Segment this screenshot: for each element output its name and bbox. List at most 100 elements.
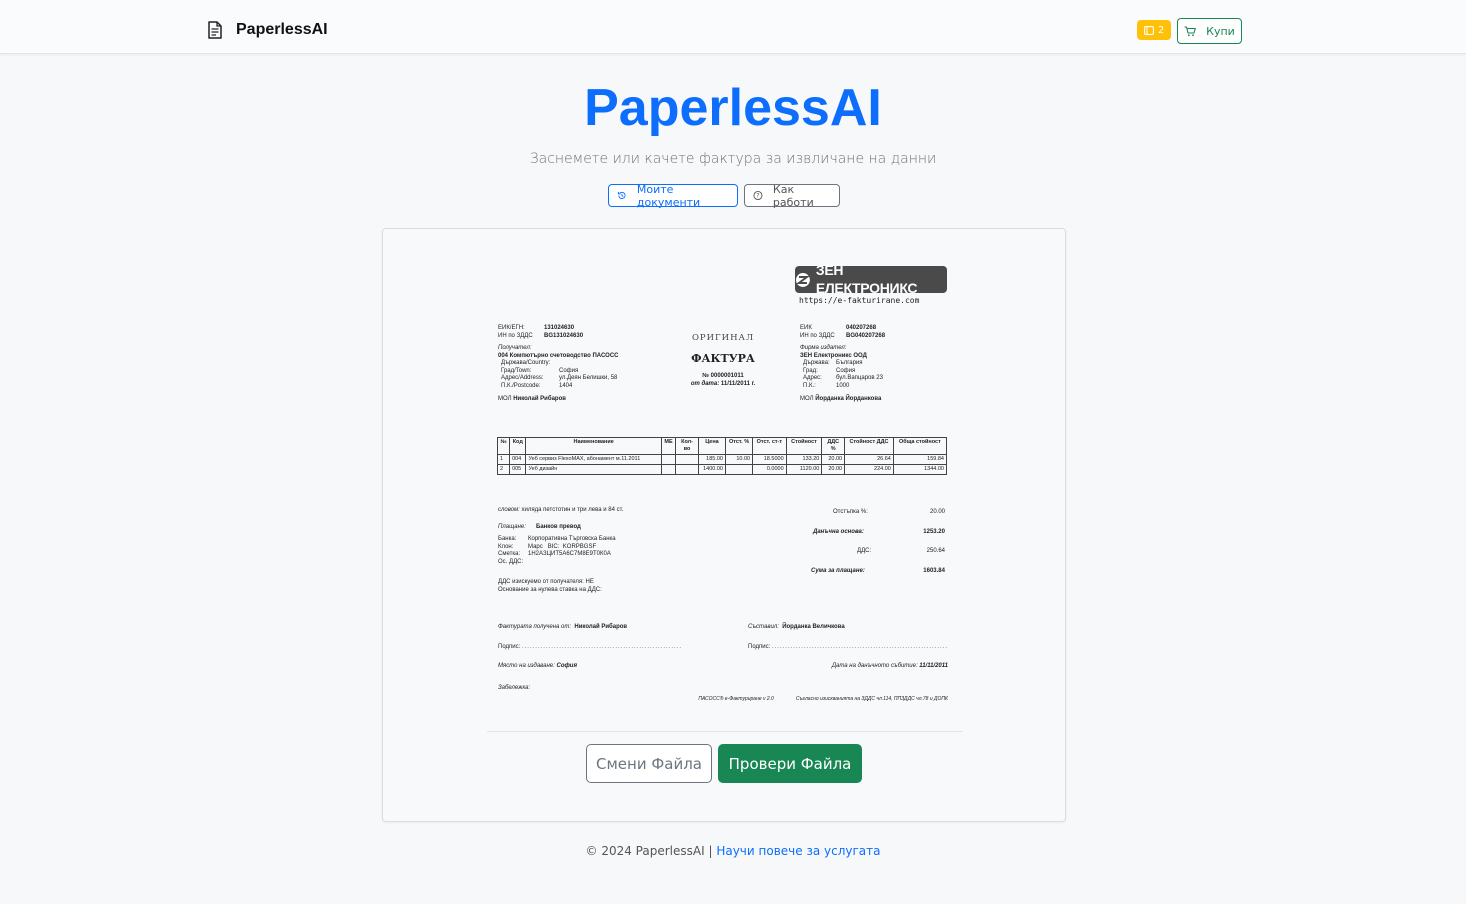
- branch-name: Марс: [528, 543, 543, 550]
- seller-postcode-label: П.К.:: [803, 382, 816, 389]
- table-cell: 18.5000: [752, 453, 787, 465]
- col-header: Код: [509, 437, 527, 455]
- payment-label: Плащане:: [498, 523, 526, 530]
- seller-vat: BG040207268: [846, 332, 886, 339]
- table-cell: 0.0000: [752, 463, 787, 475]
- table-row: 2 005 Уеб дизайн 1400.00 0.0000 1120.00 …: [496, 463, 948, 475]
- col-header: МЕ: [660, 437, 677, 455]
- seller-vat-label: ИН по ЗДДС: [800, 332, 835, 339]
- seller-eik-label: ЕИК: [800, 325, 812, 331]
- bank-name: Корпоративна Търговска Банка: [528, 536, 616, 542]
- logo-text: ЗЕН ЕЛЕКТРОНИКС: [815, 262, 918, 296]
- issued-label: Съставил:: [748, 624, 779, 630]
- buyer-address: ул.Деян Белишки, 58: [559, 375, 618, 381]
- buyer-country-label: Държава/Country:: [501, 360, 551, 366]
- seller-city-label: Град:: [803, 367, 818, 374]
- seller-eik: 040207268: [846, 325, 877, 331]
- buyer-eik-label: ЕИК/ЕГН:: [498, 325, 525, 331]
- table-cell: 185.00: [697, 453, 727, 465]
- page-subtitle: Заснемете или качете фактура за извличан…: [529, 151, 937, 167]
- invoice-date: 11/11/2011 г.: [720, 380, 756, 387]
- zero-rate-note: Основание за нулева ставка на ДДС:: [498, 586, 602, 593]
- page-title: PaperlessAI: [584, 79, 882, 137]
- seller-country: България: [836, 360, 863, 366]
- bic-code: KORPBGSF: [562, 543, 597, 550]
- seller-address-label: Адрес:: [803, 375, 822, 381]
- words-label: словом:: [498, 507, 520, 513]
- learn-more-link[interactable]: Научи повече за услугата: [716, 844, 880, 858]
- card-divider: [487, 731, 963, 732]
- invoice-original: ОРИГИНАЛ: [691, 333, 755, 343]
- invoice-title-block: ОРИГИНАЛ ФАКТУРА № 0000001011 от дата: 1…: [653, 333, 793, 388]
- how-it-works-label: Как работи: [772, 182, 814, 209]
- vat-free-label: Ос. ДДС:: [498, 558, 524, 565]
- table-cell: 20.00: [821, 453, 846, 465]
- discount-value: 20.00: [929, 509, 945, 515]
- seller-address: бул.Вапцаров 23: [836, 375, 883, 381]
- invoice-legal-note: Съгласно изискванията на ЗДДС чл.114, ПП…: [795, 696, 948, 702]
- credits-badge[interactable]: 2: [1137, 20, 1171, 40]
- invoice-preview: ЗЕН ЕЛЕКТРОНИКС https://e-fakturirane.co…: [493, 261, 953, 721]
- table-cell: [724, 463, 754, 475]
- col-header: Отст. %: [724, 437, 754, 455]
- amount-in-words: хиляда петстотин и три лева и 84 ст.: [521, 507, 624, 513]
- account-number: 1Н2АЗЦИТ5А6С7М8Е9Т0К0А: [528, 551, 611, 557]
- invoice-number: № 0000001011: [702, 373, 744, 380]
- tax-base-label: Данъчна основа:: [813, 528, 864, 535]
- sign-label-right: Подпис:: [748, 643, 771, 650]
- seller-mol: Йорданка Йорданкова: [815, 396, 882, 402]
- buyer-city: София: [559, 367, 579, 374]
- payment-block: словом: хиляда петстотин и три лева и 84…: [498, 507, 728, 594]
- buyer-vat: BG131024630: [544, 332, 584, 339]
- table-cell: 1400.00: [697, 463, 727, 475]
- vat-note: ДДС изискуемо от получателя: НЕ: [498, 579, 594, 585]
- place-label: Място на издаване:: [498, 663, 555, 669]
- account-label: Сметка:: [498, 551, 521, 557]
- buyer-eik: 131024630: [544, 325, 575, 331]
- seller-country-label: Държава:: [803, 360, 830, 366]
- vat-amount-label: ДДС:: [857, 548, 872, 554]
- my-documents-button[interactable]: Моите документи: [608, 182, 738, 209]
- discount-label: Отстъпка %:: [833, 509, 868, 515]
- table-cell: Уеб дизайн: [525, 463, 662, 475]
- table-cell: 224.00: [844, 463, 894, 475]
- buyer-city-label: Град/Town:: [501, 367, 532, 374]
- page-footer: © 2024 PaperlessAI | Научи повече за усл…: [0, 844, 1466, 858]
- table-cell: [675, 463, 699, 475]
- document-icon: [208, 21, 222, 39]
- my-documents-label: Моите документи: [636, 182, 701, 209]
- signatures-block: Фактурата получена от: Николай Рибаров С…: [498, 624, 948, 702]
- buy-button[interactable]: Купи: [1177, 18, 1242, 44]
- table-cell: 10.00: [724, 453, 754, 465]
- zen-logo-icon: [795, 272, 810, 287]
- hero-actions: Моите документи ? Как работи: [608, 182, 840, 209]
- col-header: Стойност: [785, 437, 823, 455]
- table-header-row: № Код Наименование МЕ Кол-во Цена Отст. …: [496, 437, 948, 455]
- table-cell: 004: [509, 453, 527, 465]
- issuer-logo: ЗЕН ЕЛЕКТРОНИКС: [795, 262, 947, 296]
- check-file-button[interactable]: Провери Файла: [718, 744, 862, 783]
- how-it-works-button[interactable]: ? Как работи: [744, 182, 840, 209]
- payment-method: Банков превод: [536, 523, 581, 530]
- buyer-address-label: Адрес/Address:: [501, 375, 544, 381]
- seller-postcode: 1000: [836, 382, 850, 389]
- copyright-text: © 2024 PaperlessAI |: [585, 844, 713, 858]
- tax-date-label: Дата на данъчното събитие:: [831, 663, 918, 669]
- cart-icon: [1184, 25, 1197, 36]
- logo-url: https://e-fakturirane.com: [799, 296, 920, 305]
- col-header: ДДС %: [821, 437, 846, 455]
- change-file-button[interactable]: Смени Файла: [586, 744, 712, 783]
- issued-by: Йорданка Величкова: [782, 624, 845, 630]
- seller-city: София: [836, 367, 856, 374]
- tax-base-value: 1253.20: [923, 528, 945, 535]
- table-cell: Уеб сервиз FlexoMAX, абонамент м.11.2011: [525, 453, 662, 465]
- invoice-date-label: от дата:: [690, 380, 720, 387]
- credits-icon: [1143, 25, 1154, 35]
- upload-card: ЗЕН ЕЛЕКТРОНИКС https://e-fakturirane.co…: [382, 228, 1066, 822]
- tax-date-value: 11/11/2011: [919, 663, 948, 669]
- credits-count: 2: [1157, 24, 1165, 36]
- brand-link[interactable]: PaperlessAI: [205, 20, 328, 40]
- table-cell: 20.00: [821, 463, 846, 475]
- buyer-postcode-label: П.К./Postcode:: [501, 382, 541, 389]
- table-cell: 1: [496, 453, 511, 465]
